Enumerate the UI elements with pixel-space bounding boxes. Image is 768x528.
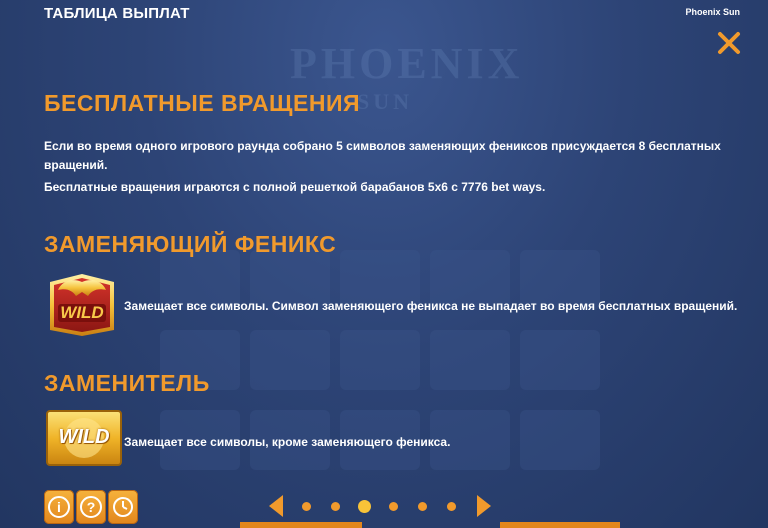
free-spins-line-2: вращений. <box>44 158 108 172</box>
wild-title: ЗАМЕНИТЕЛЬ <box>44 370 210 396</box>
page-dot-3[interactable] <box>358 500 371 513</box>
phoenix-wild-label: WILD <box>60 303 104 322</box>
phoenix-wild-title: ЗАМЕНЯЮЩИЙ ФЕНИКС <box>44 231 337 257</box>
phoenix-wild-description: Замещает все символы. Символ заменяющего… <box>124 299 738 313</box>
info-button[interactable]: i <box>44 490 74 524</box>
wild-symbol: WILD <box>46 410 122 466</box>
next-page-button[interactable] <box>476 494 492 518</box>
page-dot-6[interactable] <box>447 502 456 511</box>
bottom-bar-right <box>500 522 620 528</box>
free-spins-line-3: Бесплатные вращения играются с полной ре… <box>44 180 546 194</box>
page-dot-1[interactable] <box>302 502 311 511</box>
phoenix-wild-symbol: WILD <box>44 272 120 336</box>
help-button[interactable]: ? <box>76 490 106 524</box>
history-button[interactable] <box>108 490 138 524</box>
page-dot-5[interactable] <box>418 502 427 511</box>
previous-page-button[interactable] <box>268 494 284 518</box>
background-reels <box>160 250 660 520</box>
page-dot-4[interactable] <box>389 502 398 511</box>
free-spins-line-1: Если во время одного игрового раунда соб… <box>44 139 721 153</box>
bottom-bar-left <box>240 522 362 528</box>
arrow-right-icon <box>477 495 491 517</box>
help-icon: ? <box>80 496 102 518</box>
close-icon <box>718 32 740 54</box>
wild-label: WILD <box>58 426 110 448</box>
wild-description: Замещает все символы, кроме заменяющего … <box>124 435 451 449</box>
info-icon: i <box>48 496 70 518</box>
paytable-title: ТАБЛИЦА ВЫПЛАТ <box>44 5 190 22</box>
page-dot-2[interactable] <box>331 502 340 511</box>
close-button[interactable] <box>716 30 742 56</box>
history-icon <box>113 497 133 517</box>
arrow-left-icon <box>269 495 283 517</box>
free-spins-title: БЕСПЛАТНЫЕ ВРАЩЕНИЯ <box>44 90 361 116</box>
game-name: Phoenix Sun <box>685 7 740 17</box>
